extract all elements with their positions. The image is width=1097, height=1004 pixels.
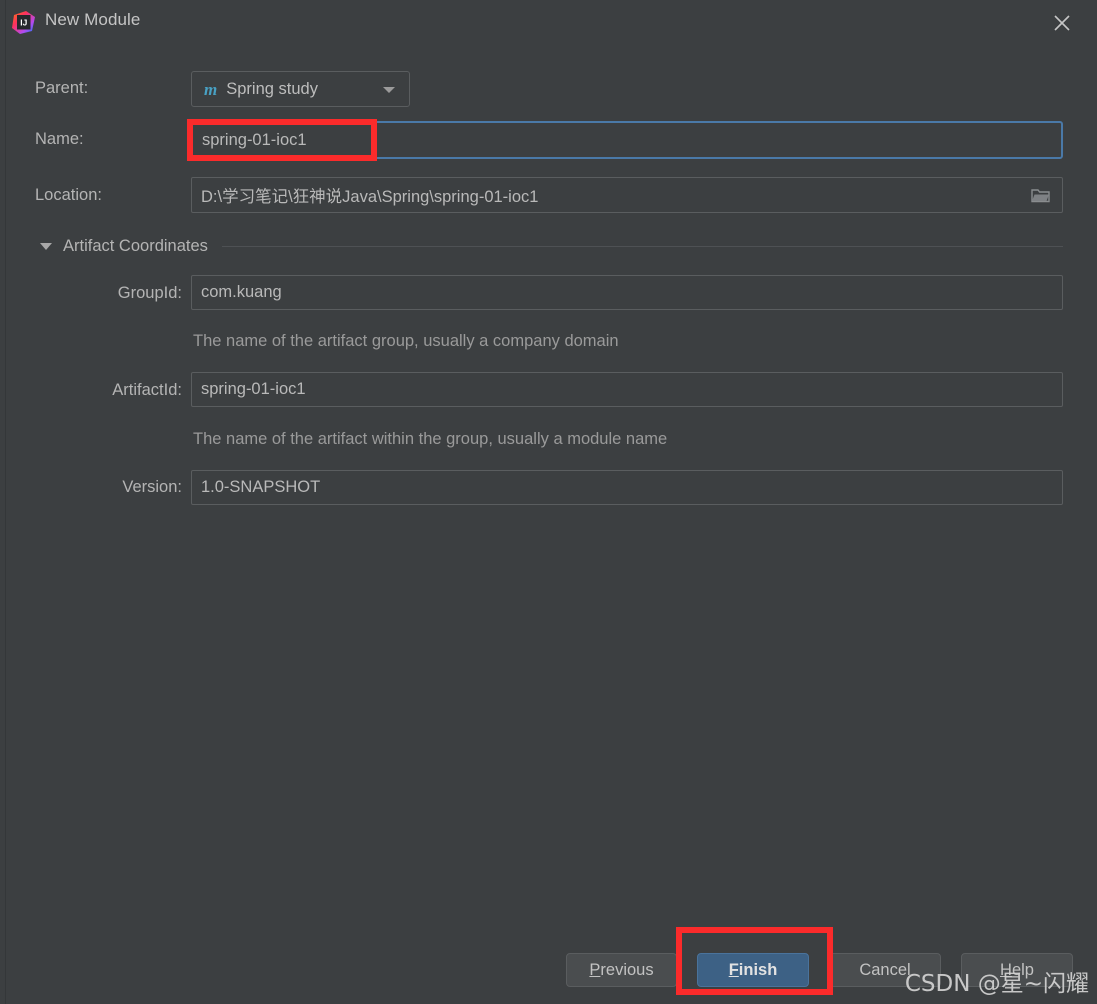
version-input-value: 1.0-SNAPSHOT [201,478,321,496]
groupid-hint: The name of the artifact group, usually … [193,332,619,350]
artifactid-input[interactable]: spring-01-ioc1 [191,372,1063,407]
finish-button[interactable]: Finish [697,953,809,987]
name-input-value: spring-01-ioc1 [202,130,307,149]
finish-button-label: inish [738,960,778,979]
previous-button-mnemonic: P [589,960,601,979]
previous-button-label: revious [600,960,654,979]
location-input[interactable]: D:\学习笔记\狂神说Java\Spring\spring-01-ioc1 [191,177,1063,213]
section-divider [221,245,1063,247]
parent-dropdown[interactable]: m Spring study [191,71,410,107]
version-label: Version: [122,478,182,496]
groupid-input-value: com.kuang [201,283,282,301]
dialog-left-edge [5,0,6,1004]
name-input[interactable]: spring-01-ioc1 [191,121,1063,159]
folder-icon[interactable] [1031,187,1050,203]
watermark-text: CSDN @星~闪耀 [904,971,1089,997]
groupid-input[interactable]: com.kuang [191,275,1063,310]
location-label: Location: [35,186,102,204]
intellij-idea-logo-icon: IJ [12,11,35,34]
artifact-coordinates-title: Artifact Coordinates [63,236,208,255]
new-module-dialog: IJ New Module Parent: m Spring study Nam… [0,0,1097,1004]
close-icon[interactable] [1049,10,1075,36]
name-label: Name: [35,130,84,148]
finish-button-mnemonic: F [728,960,739,979]
groupid-label: GroupId: [117,284,182,302]
parent-selected-value: Spring study [226,79,318,98]
triangle-down-icon [40,242,52,250]
chevron-down-icon [383,87,395,93]
artifact-coordinates-section-header[interactable]: Artifact Coordinates [40,233,1063,259]
parent-label: Parent: [35,79,89,97]
artifactid-hint: The name of the artifact within the grou… [193,430,668,448]
location-input-value: D:\学习笔记\狂神说Java\Spring\spring-01-ioc1 [201,188,539,206]
cancel-button-label: Cancel [859,960,911,979]
artifactid-input-value: spring-01-ioc1 [201,380,306,398]
version-input[interactable]: 1.0-SNAPSHOT [191,470,1063,505]
page-title: New Module [45,10,141,29]
svg-text:IJ: IJ [20,18,27,28]
maven-module-icon: m [204,79,218,99]
artifactid-label: ArtifactId: [112,381,182,399]
dialog-title-bar: IJ New Module [0,0,1097,44]
previous-button[interactable]: Previous [566,953,677,987]
